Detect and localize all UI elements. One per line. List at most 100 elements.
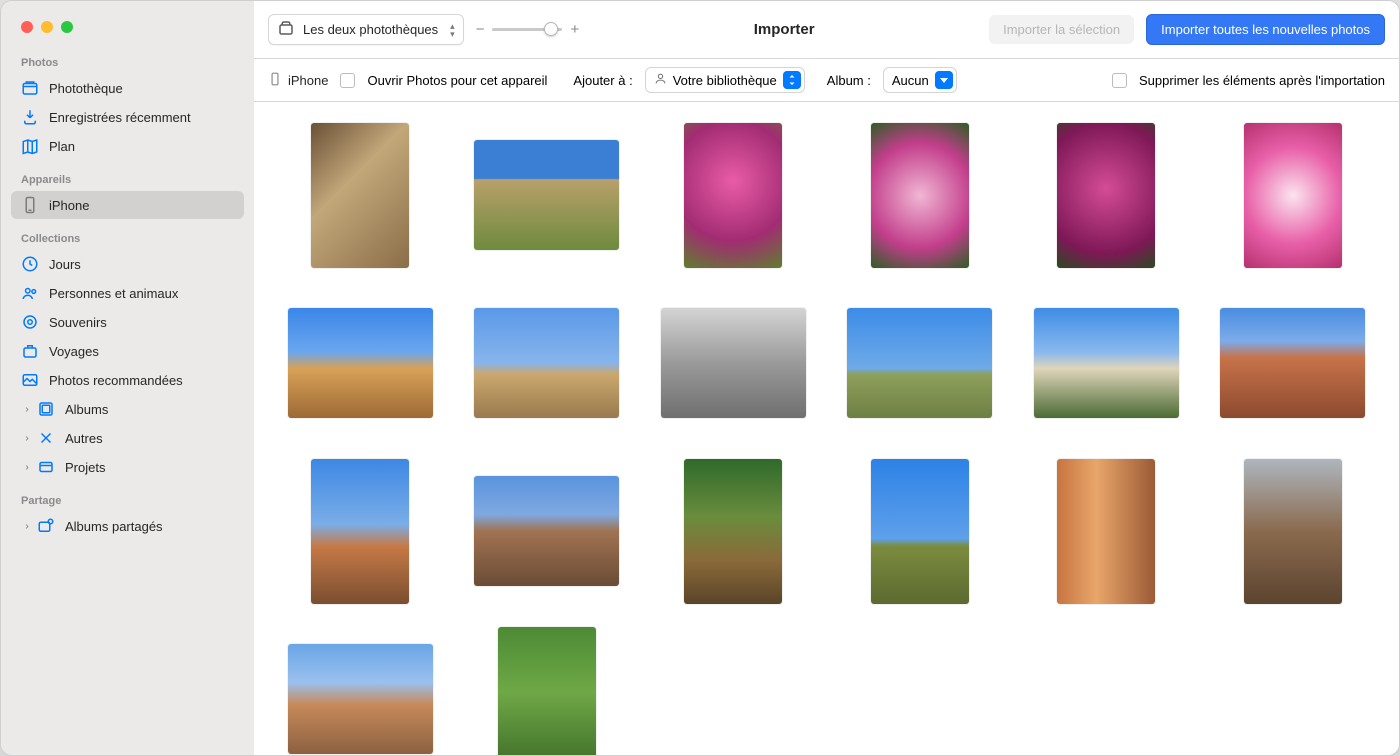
device-name: iPhone <box>288 73 328 88</box>
thumbnail-grid <box>254 102 1399 755</box>
thumbnail-cell[interactable] <box>647 456 820 606</box>
main-content: Les deux photothèques ▴▾ − + Importer Im… <box>254 1 1399 755</box>
thumbnail-cell[interactable] <box>1207 120 1380 270</box>
sidebar-item-days[interactable]: Jours <box>11 250 244 278</box>
zoom-out-icon[interactable]: − <box>476 21 485 38</box>
photo-thumbnail[interactable] <box>311 123 409 268</box>
library-dropdown[interactable]: Les deux photothèques ▴▾ <box>268 14 464 45</box>
photo-thumbnail[interactable] <box>847 308 992 418</box>
thumbnail-cell[interactable] <box>1207 456 1380 606</box>
sidebar-item-label: Albums partagés <box>65 519 163 534</box>
zoom-in-icon[interactable]: + <box>570 21 579 38</box>
zoom-icon[interactable] <box>61 21 73 33</box>
photo-thumbnail[interactable] <box>1220 308 1365 418</box>
sidebar-item-albums[interactable]: › Albums <box>11 395 244 423</box>
thumbnail-cell[interactable] <box>461 120 634 270</box>
delete-after-checkbox[interactable] <box>1112 73 1127 88</box>
sidebar-item-iphone[interactable]: iPhone <box>11 191 244 219</box>
sidebar-item-memories[interactable]: Souvenirs <box>11 308 244 336</box>
photo-thumbnail[interactable] <box>474 140 619 250</box>
photo-thumbnail[interactable] <box>1034 308 1179 418</box>
photo-thumbnail[interactable] <box>288 308 433 418</box>
sidebar-item-map[interactable]: Plan <box>11 132 244 160</box>
thumbnail-cell[interactable] <box>274 456 447 606</box>
import-selection-button[interactable]: Importer la sélection <box>989 15 1134 44</box>
sidebar-item-label: Enregistrées récemment <box>49 110 191 125</box>
featured-icon <box>21 371 39 389</box>
add-to-value: Votre bibliothèque <box>673 73 777 88</box>
thumbnail-cell[interactable] <box>1207 288 1380 438</box>
photo-thumbnail[interactable] <box>684 123 782 268</box>
photos-app-window: Photos Photothèque Enregistrées récemmen… <box>0 0 1400 756</box>
photo-thumbnail[interactable] <box>1244 459 1342 604</box>
sidebar-item-recent[interactable]: Enregistrées récemment <box>11 103 244 131</box>
open-for-device-checkbox[interactable] <box>340 73 355 88</box>
thumbnail-cell[interactable] <box>647 120 820 270</box>
sidebar-item-label: iPhone <box>49 198 89 213</box>
thumbnail-cell[interactable] <box>1020 120 1193 270</box>
photo-thumbnail[interactable] <box>311 459 409 604</box>
thumbnail-cell[interactable] <box>274 288 447 438</box>
chevron-right-icon[interactable]: › <box>21 521 33 532</box>
sidebar-item-label: Jours <box>49 257 81 272</box>
delete-after-label: Supprimer les éléments après l'importati… <box>1139 73 1385 88</box>
photo-thumbnail[interactable] <box>288 644 433 754</box>
device-indicator: iPhone <box>268 70 328 91</box>
photo-thumbnail[interactable] <box>871 459 969 604</box>
photo-thumbnail[interactable] <box>498 627 596 756</box>
toolbar: Les deux photothèques ▴▾ − + Importer Im… <box>254 1 1399 59</box>
slider-knob[interactable] <box>544 22 558 36</box>
minimize-icon[interactable] <box>41 21 53 33</box>
sidebar-item-shared-albums[interactable]: › Albums partagés <box>11 512 244 540</box>
close-icon[interactable] <box>21 21 33 33</box>
thumbnail-cell[interactable] <box>461 456 634 606</box>
chevron-right-icon[interactable]: › <box>21 404 33 415</box>
photo-thumbnail[interactable] <box>474 308 619 418</box>
chevron-right-icon[interactable]: › <box>21 462 33 473</box>
sidebar-item-other[interactable]: › Autres <box>11 424 244 452</box>
sidebar-item-projects[interactable]: › Projets <box>11 453 244 481</box>
photo-thumbnail[interactable] <box>1057 123 1155 268</box>
thumbnail-cell[interactable] <box>1020 288 1193 438</box>
import-all-new-button[interactable]: Importer toutes les nouvelles photos <box>1146 14 1385 45</box>
sidebar-section-devices: Appareils <box>1 168 254 190</box>
tools-icon <box>37 429 55 447</box>
album-value: Aucun <box>892 73 929 88</box>
thumbnail-cell[interactable] <box>647 288 820 438</box>
thumbnail-cell[interactable] <box>461 624 634 755</box>
thumbnail-cell[interactable] <box>274 624 447 755</box>
thumbnail-cell[interactable] <box>461 288 634 438</box>
chevron-right-icon[interactable]: › <box>21 433 33 444</box>
photo-thumbnail[interactable] <box>684 459 782 604</box>
phone-icon <box>21 196 39 214</box>
sidebar-section-photos: Photos <box>1 51 254 73</box>
souvenirs-icon <box>21 313 39 331</box>
sidebar-item-label: Photos recommandées <box>49 373 183 388</box>
album-label: Album : <box>827 73 871 88</box>
thumbnail-cell[interactable] <box>834 120 1007 270</box>
sidebar-item-featured[interactable]: Photos recommandées <box>11 366 244 394</box>
zoom-control: − + <box>476 21 580 38</box>
add-to-select[interactable]: Votre bibliothèque <box>645 67 805 93</box>
photo-thumbnail[interactable] <box>1244 123 1342 268</box>
thumbnail-cell[interactable] <box>274 120 447 270</box>
thumbnail-cell[interactable] <box>834 456 1007 606</box>
photo-thumbnail[interactable] <box>1057 459 1155 604</box>
album-select[interactable]: Aucun <box>883 67 957 93</box>
sidebar-section-sharing: Partage <box>1 489 254 511</box>
zoom-slider[interactable] <box>492 28 562 31</box>
open-for-device-label: Ouvrir Photos pour cet appareil <box>367 73 547 88</box>
thumbnail-scroll-area[interactable] <box>254 102 1399 755</box>
clock-icon <box>21 255 39 273</box>
sidebar-item-people[interactable]: Personnes et animaux <box>11 279 244 307</box>
sidebar-item-trips[interactable]: Voyages <box>11 337 244 365</box>
thumbnail-cell[interactable] <box>834 288 1007 438</box>
thumbnail-cell[interactable] <box>1020 456 1193 606</box>
sidebar-item-library[interactable]: Photothèque <box>11 74 244 102</box>
add-to-label: Ajouter à : <box>573 73 632 88</box>
photo-thumbnail[interactable] <box>474 476 619 586</box>
photo-thumbnail[interactable] <box>661 308 806 418</box>
photo-thumbnail[interactable] <box>871 123 969 268</box>
shared-icon <box>37 517 55 535</box>
sidebar-item-label: Projets <box>65 460 105 475</box>
